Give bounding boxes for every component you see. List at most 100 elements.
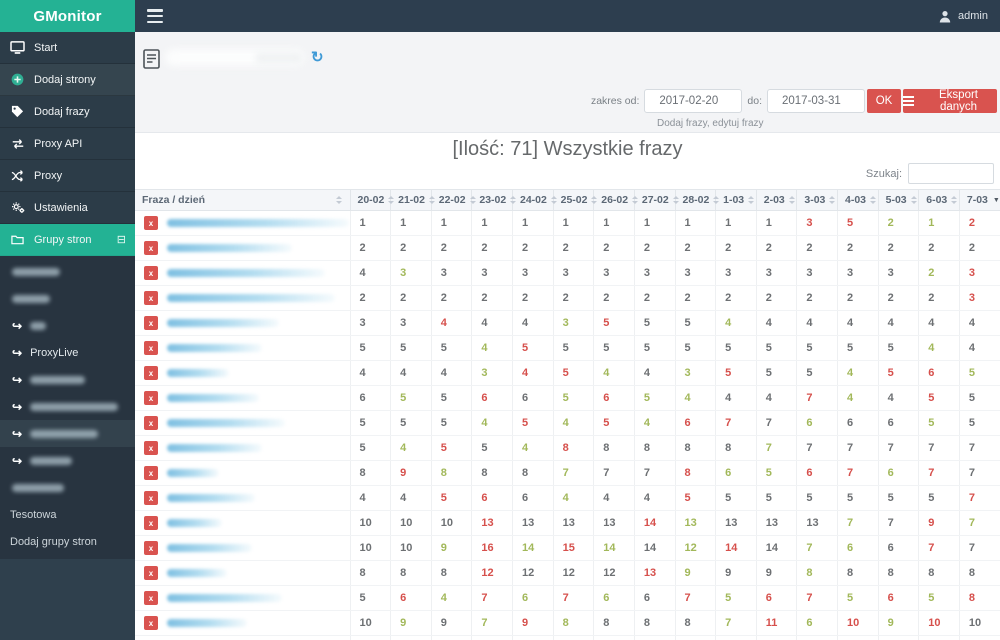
keyword-link-redacted[interactable] bbox=[167, 444, 262, 452]
keyword-link-redacted[interactable] bbox=[167, 494, 255, 502]
column-header-label: Fraza / dzień bbox=[142, 194, 206, 206]
rank-cell: 5 bbox=[837, 210, 879, 236]
keyword-link-redacted[interactable] bbox=[167, 369, 229, 377]
sidebar-item-start[interactable]: Start bbox=[0, 32, 135, 64]
keyword-link-redacted[interactable] bbox=[167, 469, 219, 477]
export-button[interactable]: Eksport danych bbox=[903, 89, 997, 113]
keyword-link-redacted[interactable] bbox=[167, 394, 259, 402]
sidebar-subitem-redacted[interactable] bbox=[0, 258, 135, 285]
sidebar-item-proxy[interactable]: Proxy bbox=[0, 160, 135, 192]
delete-row-button[interactable]: x bbox=[144, 341, 158, 355]
keyword-link-redacted[interactable] bbox=[167, 219, 349, 227]
search-input[interactable] bbox=[908, 163, 994, 184]
keyword-link-redacted[interactable] bbox=[167, 544, 252, 552]
delete-row-button[interactable]: x bbox=[144, 466, 158, 480]
user-menu[interactable]: admin bbox=[939, 0, 988, 32]
rank-cell: 5 bbox=[552, 360, 594, 386]
delete-row-button[interactable]: x bbox=[144, 416, 158, 430]
delete-row-button[interactable]: x bbox=[144, 616, 158, 630]
sidebar-subitem-redacted[interactable]: ↪ bbox=[0, 312, 135, 339]
table-row: x5647676675675658 bbox=[135, 585, 1000, 611]
sidebar-subitem-redacted[interactable]: ↪ bbox=[0, 366, 135, 393]
delete-row-button[interactable]: x bbox=[144, 441, 158, 455]
redacted-text bbox=[30, 429, 99, 438]
rank-cell: 5 bbox=[918, 485, 960, 511]
sidebar-subitem-redacted[interactable] bbox=[0, 285, 135, 312]
sidebar-subitem-tesotowa[interactable]: Tesotowa bbox=[0, 501, 135, 528]
delete-row-button[interactable]: x bbox=[144, 366, 158, 380]
sidebar-item-dodaj-strony[interactable]: Dodaj strony bbox=[0, 64, 135, 96]
keyword-link-redacted[interactable] bbox=[167, 594, 282, 602]
rank-cell: 4 bbox=[512, 310, 554, 336]
column-header-5-03[interactable]: 5-03 bbox=[877, 189, 919, 211]
delete-row-button[interactable]: x bbox=[144, 216, 158, 230]
column-header-28-02[interactable]: 28-02 bbox=[674, 189, 720, 211]
keyword-link-redacted[interactable] bbox=[167, 269, 325, 277]
column-header-2-03[interactable]: 2-03 bbox=[755, 189, 797, 211]
column-header-7-03[interactable]: 7-03 ▼ bbox=[958, 189, 1000, 211]
rank-cell: 1 bbox=[552, 210, 594, 236]
column-header-25-02[interactable]: 25-02 bbox=[552, 189, 598, 211]
keyword-link-redacted[interactable] bbox=[167, 419, 285, 427]
rank-cell: 1 bbox=[755, 210, 797, 236]
sidebar-subitem-redacted[interactable]: ↪ bbox=[0, 393, 135, 420]
refresh-icon[interactable]: ↻ bbox=[311, 48, 324, 66]
delete-row-button[interactable]: x bbox=[144, 266, 158, 280]
column-header-fraza[interactable]: Fraza / dzień bbox=[135, 189, 350, 211]
date-from-input[interactable] bbox=[644, 89, 743, 113]
sidebar-subitem-redacted[interactable]: ↪ bbox=[0, 420, 135, 447]
keyword-link-redacted[interactable] bbox=[167, 569, 227, 577]
sort-icon bbox=[829, 196, 836, 204]
column-header-27-02[interactable]: 27-02 bbox=[633, 189, 679, 211]
sidebar-item-ustawienia[interactable]: Ustawienia bbox=[0, 192, 135, 224]
keyword-link-redacted[interactable] bbox=[167, 619, 247, 627]
keyword-link-redacted[interactable] bbox=[167, 319, 279, 327]
ok-button[interactable]: OK bbox=[867, 89, 901, 113]
level-arrow-icon: ↪ bbox=[12, 372, 23, 387]
sidebar-toggle-icon[interactable] bbox=[147, 9, 163, 23]
sidebar-subitem-redacted[interactable] bbox=[0, 474, 135, 501]
column-header-1-03[interactable]: 1-03 bbox=[715, 189, 757, 211]
column-header-3-03[interactable]: 3-03 bbox=[796, 189, 838, 211]
keyword-cell: x bbox=[135, 510, 350, 536]
date-to-input[interactable] bbox=[767, 89, 865, 113]
keyword-link-redacted[interactable] bbox=[167, 519, 222, 527]
rank-cell: 10 bbox=[430, 510, 472, 536]
delete-row-button[interactable]: x bbox=[144, 291, 158, 305]
column-header-26-02[interactable]: 26-02 bbox=[593, 189, 639, 211]
minus-square-icon[interactable]: ⊟ bbox=[117, 233, 126, 246]
rank-cell: 5 bbox=[958, 385, 1000, 411]
keyword-link-redacted[interactable] bbox=[167, 294, 335, 302]
sidebar-subitem-proxylive[interactable]: ↪ ProxyLive bbox=[0, 339, 135, 366]
sidebar-item-proxy-api[interactable]: Proxy API bbox=[0, 128, 135, 160]
delete-row-button[interactable]: x bbox=[144, 241, 158, 255]
rank-cell: 5 bbox=[755, 485, 797, 511]
delete-row-button[interactable]: x bbox=[144, 566, 158, 580]
column-header-23-02[interactable]: 23-02 bbox=[471, 189, 517, 211]
rank-cell: 4 bbox=[512, 435, 554, 461]
column-header-6-03[interactable]: 6-03 bbox=[918, 189, 960, 211]
app-logo[interactable]: GMonitor bbox=[0, 0, 135, 32]
delete-row-button[interactable]: x bbox=[144, 391, 158, 405]
column-header-20-02[interactable]: 20-02 bbox=[349, 189, 395, 211]
sidebar-subitem-redacted[interactable]: ↪ bbox=[0, 447, 135, 474]
rank-cell: 8 bbox=[837, 560, 879, 586]
edit-phrases-link[interactable]: Dodaj frazy, edytuj frazy bbox=[657, 118, 764, 129]
delete-row-button[interactable]: x bbox=[144, 591, 158, 605]
column-header-4-03[interactable]: 4-03 bbox=[837, 189, 879, 211]
sidebar-subitem-dodaj-grupy-stron[interactable]: Dodaj grupy stron bbox=[0, 528, 135, 555]
rank-cell: 9 bbox=[430, 635, 472, 640]
delete-row-button[interactable]: x bbox=[144, 491, 158, 505]
column-header-22-02[interactable]: 22-02 bbox=[430, 189, 476, 211]
rank-cell: 7 bbox=[958, 460, 1000, 486]
delete-row-button[interactable]: x bbox=[144, 541, 158, 555]
keyword-link-redacted[interactable] bbox=[167, 344, 262, 352]
rank-cell: 8 bbox=[674, 460, 716, 486]
delete-row-button[interactable]: x bbox=[144, 516, 158, 530]
column-header-24-02[interactable]: 24-02 bbox=[512, 189, 557, 211]
delete-row-button[interactable]: x bbox=[144, 316, 158, 330]
column-header-21-02[interactable]: 21-02 bbox=[390, 189, 435, 211]
sidebar-item-dodaj-frazy[interactable]: Dodaj frazy bbox=[0, 96, 135, 128]
sidebar-item-grupy-stron[interactable]: Grupy stron ⊟ bbox=[0, 224, 135, 256]
keyword-link-redacted[interactable] bbox=[167, 244, 292, 252]
